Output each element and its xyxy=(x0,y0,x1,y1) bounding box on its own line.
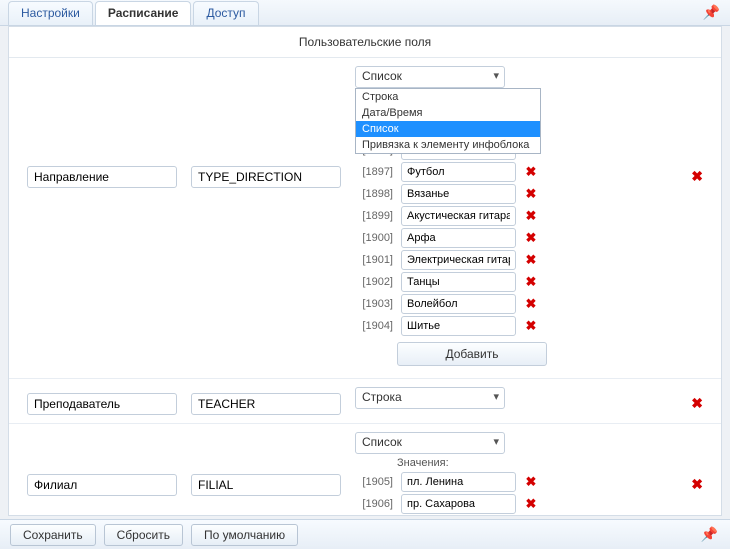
field-type-select[interactable]: Список xyxy=(355,432,505,454)
delete-field-icon[interactable]: ✖ xyxy=(691,395,703,412)
value-input[interactable] xyxy=(401,272,516,292)
footer-bar: Сохранить Сбросить По умолчанию 📌 xyxy=(0,519,730,549)
field-name-input[interactable] xyxy=(27,166,177,188)
type-option-string[interactable]: Строка xyxy=(356,89,540,105)
field-code-input[interactable] xyxy=(191,474,341,496)
field-code-input[interactable] xyxy=(191,393,341,415)
field-type-select[interactable]: Список xyxy=(355,66,505,88)
field-code-input[interactable] xyxy=(191,166,341,188)
type-option-datetime[interactable]: Дата/Время xyxy=(356,105,540,121)
value-id: [1900] xyxy=(355,232,393,244)
pin-icon[interactable]: 📌 xyxy=(703,4,720,21)
value-id: [1906] xyxy=(355,498,393,510)
field-name-input[interactable] xyxy=(27,393,177,415)
type-option-list[interactable]: Список xyxy=(356,121,540,137)
work-area: Пользовательские поля Список Строка Дата… xyxy=(8,26,722,516)
value-input[interactable] xyxy=(401,472,516,492)
save-button[interactable]: Сохранить xyxy=(10,524,96,546)
value-id: [1903] xyxy=(355,298,393,310)
value-input[interactable] xyxy=(401,294,516,314)
delete-value-icon[interactable]: ✖ xyxy=(524,318,538,334)
value-id: [1904] xyxy=(355,320,393,332)
field-row-direction: Список Строка Дата/Время Список Привязка… xyxy=(9,58,721,379)
pin-icon[interactable]: 📌 xyxy=(701,526,718,543)
field-name-input[interactable] xyxy=(27,474,177,496)
section-title: Пользовательские поля xyxy=(9,27,721,58)
reset-button[interactable]: Сбросить xyxy=(104,524,183,546)
field-row-teacher: Строка ✖ xyxy=(9,379,721,424)
delete-value-icon[interactable]: ✖ xyxy=(524,496,538,512)
value-input[interactable] xyxy=(401,250,516,270)
value-id: [1899] xyxy=(355,210,393,222)
delete-value-icon[interactable]: ✖ xyxy=(524,274,538,290)
add-value-button[interactable]: Добавить xyxy=(397,342,547,366)
value-id: [1901] xyxy=(355,254,393,266)
delete-value-icon[interactable]: ✖ xyxy=(524,296,538,312)
value-input[interactable] xyxy=(401,316,516,336)
value-id: [1898] xyxy=(355,188,393,200)
value-input[interactable] xyxy=(401,162,516,182)
value-input[interactable] xyxy=(401,184,516,204)
value-id: [1905] xyxy=(355,476,393,488)
values-label: Значения: xyxy=(397,457,663,469)
tab-schedule[interactable]: Расписание xyxy=(95,1,192,25)
type-option-iblock[interactable]: Привязка к элементу инфоблока xyxy=(356,137,540,153)
value-input[interactable] xyxy=(401,206,516,226)
value-id: [1897] xyxy=(355,166,393,178)
tab-bar: Настройки Расписание Доступ 📌 xyxy=(0,0,730,26)
field-row-filial: Список Значения: [1905]✖ [1906]✖ [1907]✖… xyxy=(9,424,721,516)
value-input[interactable] xyxy=(401,228,516,248)
delete-value-icon[interactable]: ✖ xyxy=(524,186,538,202)
delete-field-icon[interactable]: ✖ xyxy=(691,168,703,185)
default-button[interactable]: По умолчанию xyxy=(191,524,298,546)
delete-field-icon[interactable]: ✖ xyxy=(691,476,703,493)
value-input[interactable] xyxy=(401,494,516,514)
delete-value-icon[interactable]: ✖ xyxy=(524,474,538,490)
value-id: [1902] xyxy=(355,276,393,288)
type-dropdown-open: Строка Дата/Время Список Привязка к элем… xyxy=(355,88,541,154)
delete-value-icon[interactable]: ✖ xyxy=(524,208,538,224)
tab-settings[interactable]: Настройки xyxy=(8,1,93,25)
delete-value-icon[interactable]: ✖ xyxy=(524,252,538,268)
delete-value-icon[interactable]: ✖ xyxy=(524,164,538,180)
delete-value-icon[interactable]: ✖ xyxy=(524,230,538,246)
tab-access[interactable]: Доступ xyxy=(193,1,258,25)
field-type-select[interactable]: Строка xyxy=(355,387,505,409)
